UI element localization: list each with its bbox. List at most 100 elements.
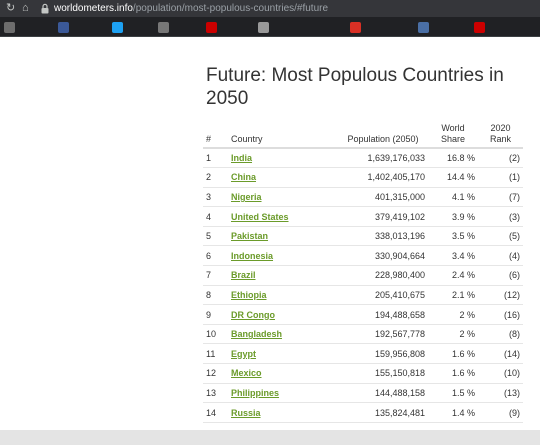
table-row: 5 Pakistan 338,013,196 3.5 % (5) — [203, 226, 523, 247]
table-row: 9 DR Congo 194,488,658 2 % (16) — [203, 304, 523, 325]
bookmark-item[interactable] — [158, 20, 202, 34]
bookmark-item[interactable] — [4, 20, 56, 34]
rank-cell: 11 — [203, 343, 228, 365]
table-row: 14 Russia 135,824,481 1.4 % (9) — [203, 402, 523, 423]
population-cell: 155,150,818 — [338, 363, 428, 384]
table-row: 13 Philippines 144,488,158 1.5 % (13) — [203, 383, 523, 404]
country-link[interactable]: India — [231, 153, 252, 163]
table-row: 12 Mexico 155,150,818 1.6 % (10) — [203, 363, 523, 384]
country-link[interactable]: Nigeria — [231, 192, 262, 202]
url-field[interactable]: worldometers.info/population/most-populo… — [54, 2, 328, 15]
world-share-cell: 1.5 % — [428, 383, 478, 404]
rank-2020-cell: (3) — [478, 206, 523, 227]
table-row: 8 Ethiopia 205,410,675 2.1 % (12) — [203, 285, 523, 306]
country-link[interactable]: DR Congo — [231, 310, 275, 320]
country-cell: Philippines — [228, 383, 338, 404]
world-share-cell: 3.5 % — [428, 226, 478, 247]
rank-2020-cell: (13) — [478, 383, 523, 404]
rank-2020-cell: (1) — [478, 167, 523, 188]
rank-2020-cell: (2) — [478, 148, 523, 169]
page-content: Future: Most Populous Countries in 2050 … — [0, 37, 540, 430]
rank-2020-cell: (16) — [478, 304, 523, 325]
bookmark-favicon — [206, 21, 217, 33]
header-world-share[interactable]: World Share — [428, 119, 478, 149]
bookmark-favicon — [418, 21, 429, 33]
world-share-cell: 16.8 % — [428, 148, 478, 169]
country-link[interactable]: Indonesia — [231, 251, 273, 261]
rank-cell: 5 — [203, 226, 228, 247]
table-row: 3 Nigeria 401,315,000 4.1 % (7) — [203, 187, 523, 208]
table-header-row: # Country Population (2050) World Share … — [203, 119, 523, 149]
table-row: 2 China 1,402,405,170 14.4 % (1) — [203, 167, 523, 188]
country-cell: DR Congo — [228, 304, 338, 325]
world-share-cell: 2 % — [428, 324, 478, 345]
header-rank[interactable]: # — [203, 119, 228, 149]
rank-cell: 12 — [203, 363, 228, 384]
country-link[interactable]: United States — [231, 212, 289, 222]
population-table: # Country Population (2050) World Share … — [203, 119, 523, 423]
bookmark-favicon — [258, 21, 269, 33]
country-link[interactable]: Mexico — [231, 368, 262, 378]
country-link[interactable]: Philippines — [231, 388, 279, 398]
home-icon[interactable]: ⌂ — [22, 1, 29, 16]
rank-2020-cell: (6) — [478, 265, 523, 286]
country-link[interactable]: Bangladesh — [231, 329, 282, 339]
url-domain: worldometers.info — [54, 3, 133, 14]
rank-cell: 7 — [203, 265, 228, 286]
world-share-cell: 14.4 % — [428, 167, 478, 188]
rank-2020-cell: (4) — [478, 245, 523, 267]
page-title: Future: Most Populous Countries in 2050 — [206, 65, 504, 109]
lock-icon[interactable] — [40, 3, 50, 14]
rank-cell: 13 — [203, 383, 228, 404]
table-row: 4 United States 379,419,102 3.9 % (3) — [203, 206, 523, 227]
bookmark-item[interactable] — [112, 20, 156, 34]
population-cell: 159,956,808 — [338, 343, 428, 365]
population-cell: 379,419,102 — [338, 206, 428, 227]
country-link[interactable]: Russia — [231, 408, 261, 418]
bookmark-item[interactable] — [206, 20, 258, 34]
country-link[interactable]: Pakistan — [231, 231, 268, 241]
table-row: 7 Brazil 228,980,400 2.4 % (6) — [203, 265, 523, 286]
bookmark-item[interactable] — [58, 20, 110, 34]
country-link[interactable]: Ethiopia — [231, 290, 267, 300]
page-bottom-strip — [0, 430, 540, 445]
table-row: 10 Bangladesh 192,567,778 2 % (8) — [203, 324, 523, 345]
population-cell: 135,824,481 — [338, 402, 428, 423]
refresh-icon[interactable]: ↻ — [6, 1, 15, 16]
population-cell: 1,402,405,170 — [338, 167, 428, 188]
bookmark-favicon — [112, 21, 123, 33]
table-row: 11 Egypt 159,956,808 1.6 % (14) — [203, 343, 523, 365]
rank-cell: 14 — [203, 402, 228, 423]
population-cell: 338,013,196 — [338, 226, 428, 247]
table-body: 1 India 1,639,176,033 16.8 % (2) 2 China 1,402,… — [203, 148, 523, 423]
world-share-cell: 3.4 % — [428, 245, 478, 267]
country-link[interactable]: Brazil — [231, 270, 256, 280]
world-share-cell: 1.4 % — [428, 402, 478, 423]
bookmark-item[interactable] — [474, 20, 538, 34]
bookmark-item[interactable] — [258, 20, 344, 34]
population-cell: 144,488,158 — [338, 383, 428, 404]
bookmarks-bar — [0, 17, 540, 37]
rank-2020-cell: (9) — [478, 402, 523, 423]
country-cell: Bangladesh — [228, 324, 338, 345]
population-cell: 194,488,658 — [338, 304, 428, 325]
rank-cell: 1 — [203, 148, 228, 169]
world-share-cell: 1.6 % — [428, 343, 478, 365]
bookmark-item[interactable] — [418, 20, 470, 34]
rank-cell: 10 — [203, 324, 228, 345]
country-link[interactable]: China — [231, 172, 256, 182]
bookmark-favicon — [58, 21, 69, 33]
rank-cell: 9 — [203, 304, 228, 325]
rank-cell: 4 — [203, 206, 228, 227]
country-link[interactable]: Egypt — [231, 349, 256, 359]
rank-cell: 8 — [203, 285, 228, 306]
header-2020-rank[interactable]: 2020 Rank — [478, 119, 523, 149]
population-cell: 205,410,675 — [338, 285, 428, 306]
rank-2020-cell: (5) — [478, 226, 523, 247]
header-country[interactable]: Country — [228, 119, 338, 149]
world-share-cell: 3.9 % — [428, 206, 478, 227]
bookmark-item[interactable] — [350, 20, 424, 34]
country-cell: United States — [228, 206, 338, 227]
rank-cell: 2 — [203, 167, 228, 188]
header-population[interactable]: Population (2050) — [338, 119, 428, 149]
